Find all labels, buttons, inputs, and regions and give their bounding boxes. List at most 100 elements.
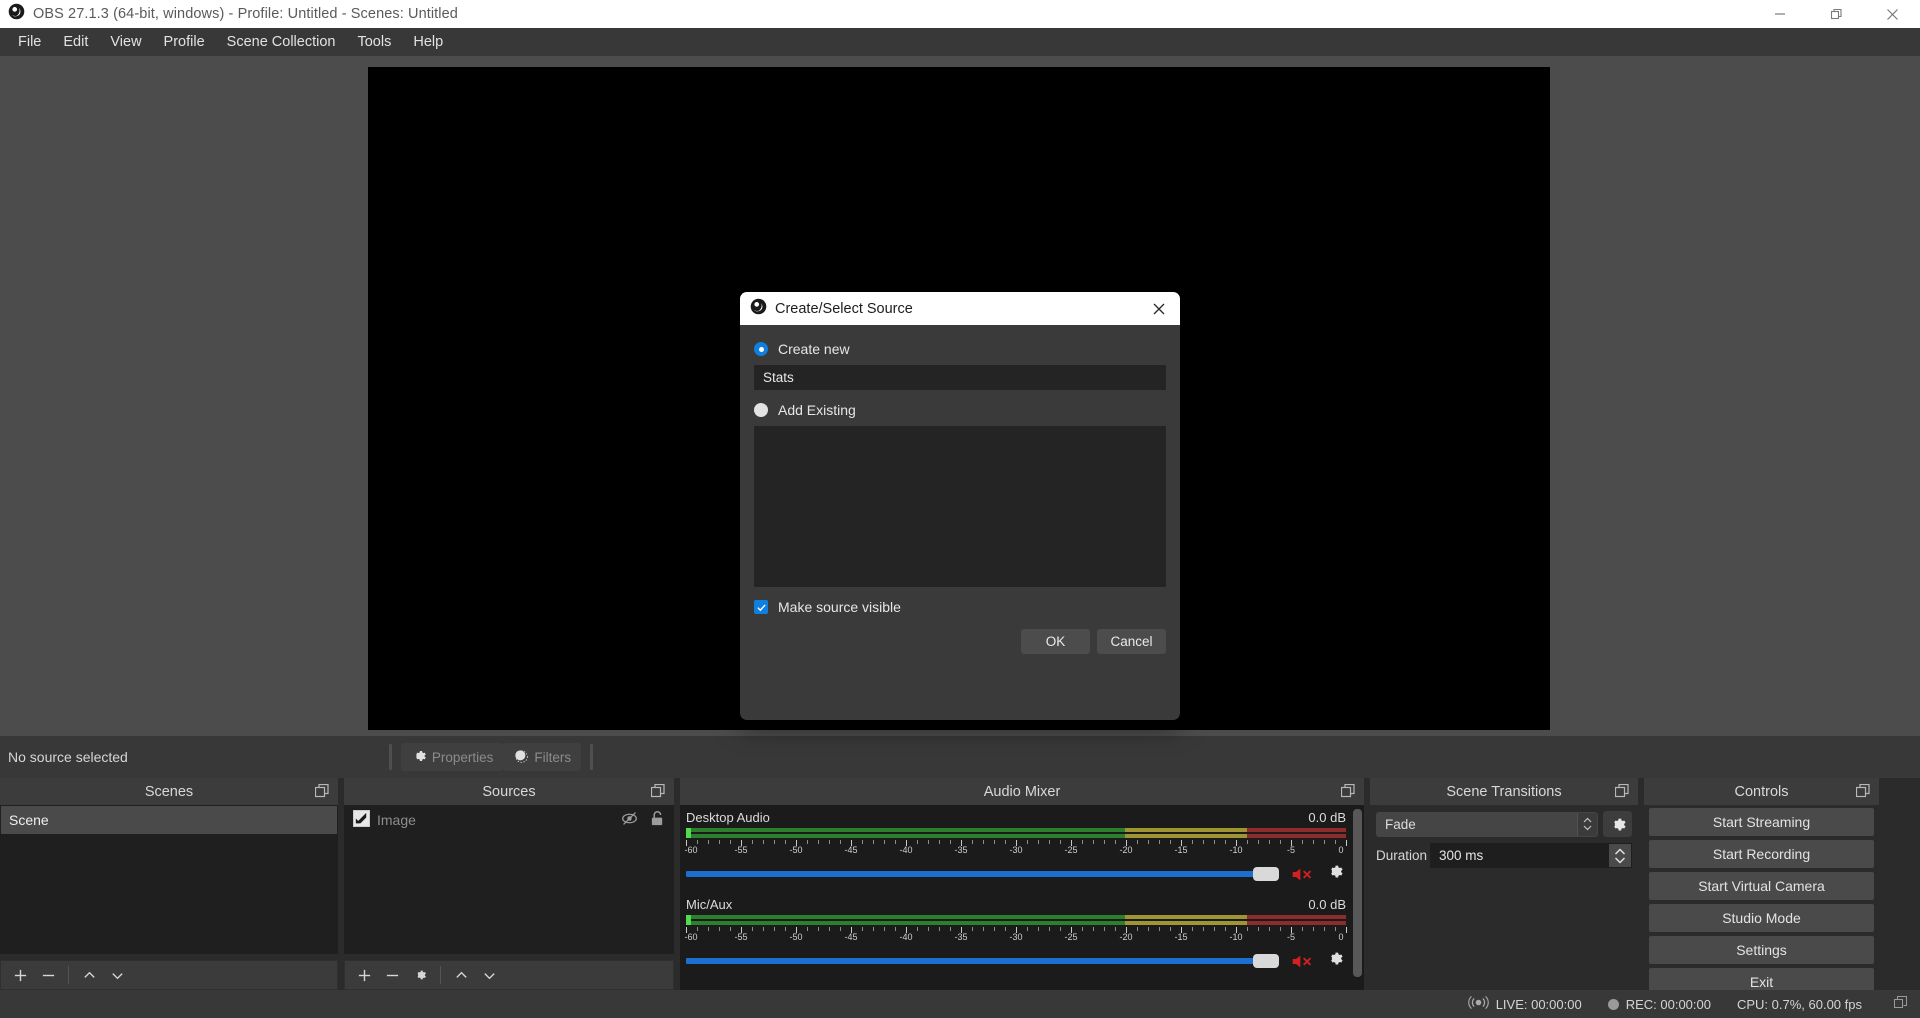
toolbar-separator: [68, 966, 69, 984]
meter-tick: [950, 840, 951, 844]
meter-tick: [972, 840, 973, 844]
start-streaming-button[interactable]: Start Streaming: [1649, 808, 1874, 836]
duration-stepper[interactable]: [1609, 844, 1631, 867]
meter-tick: [1060, 927, 1061, 931]
add-existing-radio-row[interactable]: Add Existing: [754, 398, 1166, 422]
gear-icon[interactable]: [1325, 949, 1344, 973]
list-item[interactable]: Image: [345, 806, 673, 834]
menu-item-scene-collection[interactable]: Scene Collection: [216, 30, 347, 54]
remove-scene-button[interactable]: [35, 963, 61, 987]
add-scene-button[interactable]: [7, 963, 33, 987]
create-new-radio[interactable]: [754, 342, 768, 356]
rec-status: REC: 00:00:00: [1607, 997, 1711, 1012]
undock-icon[interactable]: [1340, 783, 1355, 802]
live-status: LIVE: 00:00:00: [1467, 995, 1582, 1013]
properties-button[interactable]: Properties: [400, 743, 504, 771]
chevron-updown-icon[interactable]: [1577, 812, 1597, 836]
close-icon[interactable]: [1144, 294, 1174, 324]
meter-tick: [884, 840, 885, 844]
channel-name: Desktop Audio: [686, 810, 770, 825]
ok-button[interactable]: OK: [1021, 629, 1090, 654]
mute-speaker-icon[interactable]: [1291, 865, 1313, 884]
eye-off-icon[interactable]: [621, 810, 638, 830]
unlock-icon[interactable]: [650, 810, 665, 830]
broadcast-icon: [1467, 995, 1489, 1013]
menu-item-tools[interactable]: Tools: [346, 30, 402, 54]
window-title: OBS 27.1.3 (64-bit, windows) - Profile: …: [33, 6, 458, 22]
mixer-channel: Mic/Aux 0.0 dB -60 -55 -50 -45 -40 -35 -…: [680, 892, 1364, 973]
undock-icon[interactable]: [1855, 783, 1870, 802]
cancel-button[interactable]: Cancel: [1097, 629, 1166, 654]
make-source-visible-checkbox[interactable]: [754, 600, 768, 614]
minimize-icon[interactable]: [1752, 0, 1808, 28]
create-select-source-dialog: Create/Select Source Create new Stats Ad…: [740, 292, 1180, 720]
undock-icon[interactable]: [314, 783, 329, 802]
scrollbar-thumb[interactable]: [1353, 809, 1362, 977]
meter-tick: [1313, 840, 1314, 844]
make-visible-row[interactable]: Make source visible: [754, 599, 1166, 615]
meter-tick-label: -50: [789, 932, 803, 942]
close-icon[interactable]: [1864, 0, 1920, 28]
meter-tick-label: -20: [1119, 845, 1133, 855]
duration-input[interactable]: 300 ms: [1430, 843, 1632, 868]
source-toolbar: No source selected Properties Filters: [0, 736, 1920, 778]
meter-tick: [939, 840, 940, 844]
meter-tick: [1280, 840, 1281, 844]
source-properties-button[interactable]: [407, 963, 433, 987]
create-new-radio-row[interactable]: Create new: [754, 337, 1166, 361]
mixer-scrollbar[interactable]: [1353, 809, 1362, 977]
channel-name: Mic/Aux: [686, 897, 733, 912]
menu-item-profile[interactable]: Profile: [153, 30, 216, 54]
add-existing-radio[interactable]: [754, 403, 768, 417]
scenes-dock-body: Scene: [0, 805, 338, 990]
list-item[interactable]: Scene: [1, 806, 337, 834]
resize-grip-icon[interactable]: [1894, 996, 1907, 1012]
filters-button[interactable]: Filters: [503, 743, 582, 771]
volume-slider[interactable]: [686, 953, 1279, 969]
source-name-input[interactable]: Stats: [754, 365, 1166, 390]
settings-button[interactable]: Settings: [1649, 936, 1874, 964]
scenes-list[interactable]: Scene: [0, 805, 338, 954]
meter-tick-label: -45: [844, 932, 858, 942]
meter-tick: [1060, 840, 1061, 844]
meter-tick: [774, 840, 775, 844]
scene-label: Scene: [9, 812, 49, 828]
meter-tick: [862, 840, 863, 844]
meter-tick: [928, 927, 929, 931]
move-source-up-button[interactable]: [448, 963, 474, 987]
meter-tick: [752, 840, 753, 844]
transition-row: Fade: [1376, 811, 1632, 837]
existing-sources-list[interactable]: [754, 426, 1166, 587]
sources-list[interactable]: Image: [344, 805, 674, 954]
move-source-down-button[interactable]: [476, 963, 502, 987]
move-scene-down-button[interactable]: [104, 963, 130, 987]
menu-item-help[interactable]: Help: [402, 30, 454, 54]
menu-item-file[interactable]: File: [7, 30, 52, 54]
studio-mode-button[interactable]: Studio Mode: [1649, 904, 1874, 932]
undock-icon[interactable]: [1614, 783, 1629, 802]
meter-tick: [928, 840, 929, 844]
menu-item-edit[interactable]: Edit: [52, 30, 99, 54]
transition-settings-button[interactable]: [1603, 811, 1632, 837]
scene-transitions-dock-title: Scene Transitions: [1370, 778, 1638, 805]
meter-tick: [917, 840, 918, 844]
mute-speaker-icon[interactable]: [1291, 952, 1313, 971]
transition-select[interactable]: Fade: [1376, 811, 1598, 837]
source-selection-status: No source selected: [8, 749, 128, 765]
volume-slider[interactable]: [686, 866, 1279, 882]
start-recording-button[interactable]: Start Recording: [1649, 840, 1874, 868]
restore-icon[interactable]: [1808, 0, 1864, 28]
meter-tick: [752, 927, 753, 931]
remove-source-button[interactable]: [379, 963, 405, 987]
gear-icon[interactable]: [1325, 862, 1344, 886]
start-virtual-camera-button[interactable]: Start Virtual Camera: [1649, 872, 1874, 900]
meter-tick: [1027, 840, 1028, 844]
meter-tick: [862, 927, 863, 931]
meter-tick: [1313, 927, 1314, 931]
meter-tick: [1137, 927, 1138, 931]
menu-item-view[interactable]: View: [99, 30, 152, 54]
add-source-button[interactable]: [351, 963, 377, 987]
meter-tick: [994, 927, 995, 931]
move-scene-up-button[interactable]: [76, 963, 102, 987]
undock-icon[interactable]: [650, 783, 665, 802]
